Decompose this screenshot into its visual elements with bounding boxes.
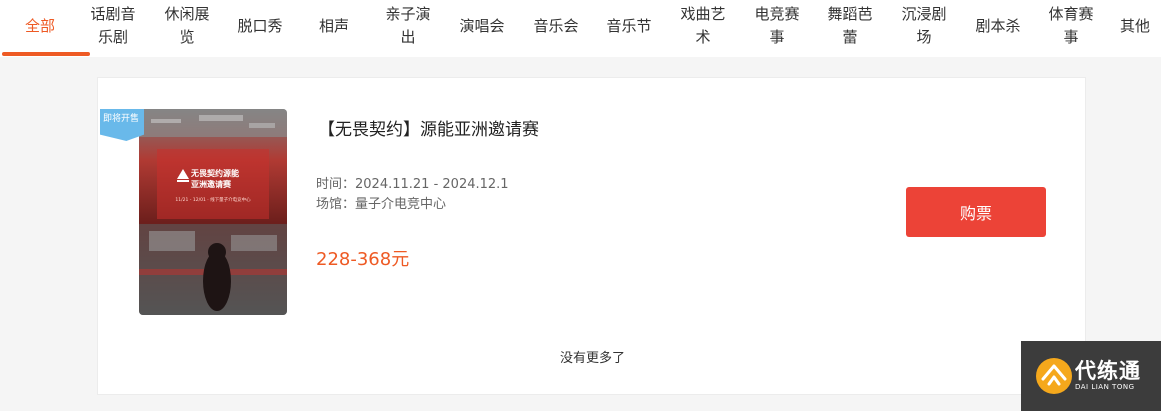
watermark-brand: 代练通 bbox=[1075, 359, 1141, 383]
tab-label: 相声 bbox=[318, 16, 349, 35]
tab-label: 亲子演出 bbox=[385, 5, 431, 46]
tab-concert[interactable]: 演唱会 bbox=[449, 0, 515, 52]
tab-label: 电竞赛事 bbox=[754, 5, 800, 46]
ribbon-label: 即将开售 bbox=[103, 114, 140, 124]
watermark-subtitle: DAI LIAN TONG bbox=[1075, 383, 1135, 391]
tab-music-concert[interactable]: 音乐会 bbox=[523, 0, 589, 52]
tab-other[interactable]: 其他 bbox=[1120, 0, 1161, 52]
tab-label: 沉浸剧场 bbox=[901, 5, 947, 46]
tab-family-show[interactable]: 亲子演出 bbox=[380, 0, 436, 52]
tab-murder-mystery[interactable]: 剧本杀 bbox=[965, 0, 1031, 52]
tab-opera-art[interactable]: 戏曲艺术 bbox=[675, 0, 731, 52]
tab-label: 休闲展览 bbox=[164, 5, 210, 46]
tab-standup-comedy[interactable]: 脱口秀 bbox=[228, 0, 292, 52]
tab-label: 戏曲艺术 bbox=[680, 5, 726, 46]
tab-label: 剧本杀 bbox=[975, 16, 1021, 35]
event-card[interactable]: 无畏契约源能 亚洲邀请赛 11/21 - 12/01 · 线下量子介电竞中心 即… bbox=[97, 77, 1086, 395]
no-more-text: 没有更多了 bbox=[559, 351, 625, 366]
event-time-label: 时间： bbox=[316, 177, 356, 192]
poster-date-line: 11/21 - 12/01 · 线下量子介电竞中心 bbox=[175, 196, 251, 203]
event-price: 228-368元 bbox=[316, 249, 410, 270]
tab-all[interactable]: 全部 bbox=[2, 0, 78, 52]
event-venue-value: 量子介电竞中心 bbox=[355, 197, 447, 212]
tab-label: 其他 bbox=[1120, 16, 1151, 35]
tab-immersive-theater[interactable]: 沉浸剧场 bbox=[896, 0, 952, 52]
poster-title-line2: 亚洲邀请赛 bbox=[191, 179, 232, 189]
poster-title-line1: 无畏契约源能 bbox=[190, 168, 239, 178]
tab-label: 脱口秀 bbox=[237, 16, 283, 35]
tab-drama-musical[interactable]: 话剧音乐剧 bbox=[85, 0, 141, 52]
tab-crosstalk[interactable]: 相声 bbox=[309, 0, 359, 52]
category-tab-bar: 全部 话剧音乐剧 休闲展览 脱口秀 相声 亲子演出 演唱会 音乐会 音乐节 戏曲… bbox=[0, 0, 1161, 57]
buy-ticket-button[interactable]: 购票 bbox=[906, 187, 1046, 237]
tab-label: 演唱会 bbox=[459, 16, 505, 35]
tab-sports[interactable]: 体育赛事 bbox=[1043, 0, 1099, 52]
tab-music-festival[interactable]: 音乐节 bbox=[596, 0, 662, 52]
active-tab-indicator bbox=[2, 52, 90, 56]
dailiantong-logo-icon bbox=[1036, 358, 1072, 394]
tab-leisure-exhibition[interactable]: 休闲展览 bbox=[159, 0, 215, 52]
tab-label: 全部 bbox=[24, 16, 55, 35]
event-venue-row: 场馆：量子介电竞中心 bbox=[316, 193, 446, 212]
tab-label: 音乐会 bbox=[533, 16, 579, 35]
tab-esports[interactable]: 电竞赛事 bbox=[749, 0, 805, 52]
tab-label: 舞蹈芭蕾 bbox=[827, 5, 873, 46]
presale-ribbon: 即将开售 bbox=[100, 109, 144, 141]
event-time-value: 2024.11.21 - 2024.12.1 bbox=[355, 177, 509, 192]
event-title[interactable]: 【无畏契约】源能亚洲邀请赛 bbox=[318, 115, 539, 140]
tab-label: 话剧音乐剧 bbox=[90, 5, 136, 46]
tab-label: 音乐节 bbox=[606, 16, 652, 35]
tab-dance-ballet[interactable]: 舞蹈芭蕾 bbox=[822, 0, 878, 52]
event-time-row: 时间：2024.11.21 - 2024.12.1 bbox=[316, 173, 509, 192]
event-venue-label: 场馆： bbox=[316, 197, 356, 212]
tab-label: 体育赛事 bbox=[1048, 5, 1094, 46]
dailiantong-watermark: 代练通 DAI LIAN TONG bbox=[1021, 341, 1161, 411]
event-poster[interactable]: 无畏契约源能 亚洲邀请赛 11/21 - 12/01 · 线下量子介电竞中心 bbox=[139, 109, 287, 315]
